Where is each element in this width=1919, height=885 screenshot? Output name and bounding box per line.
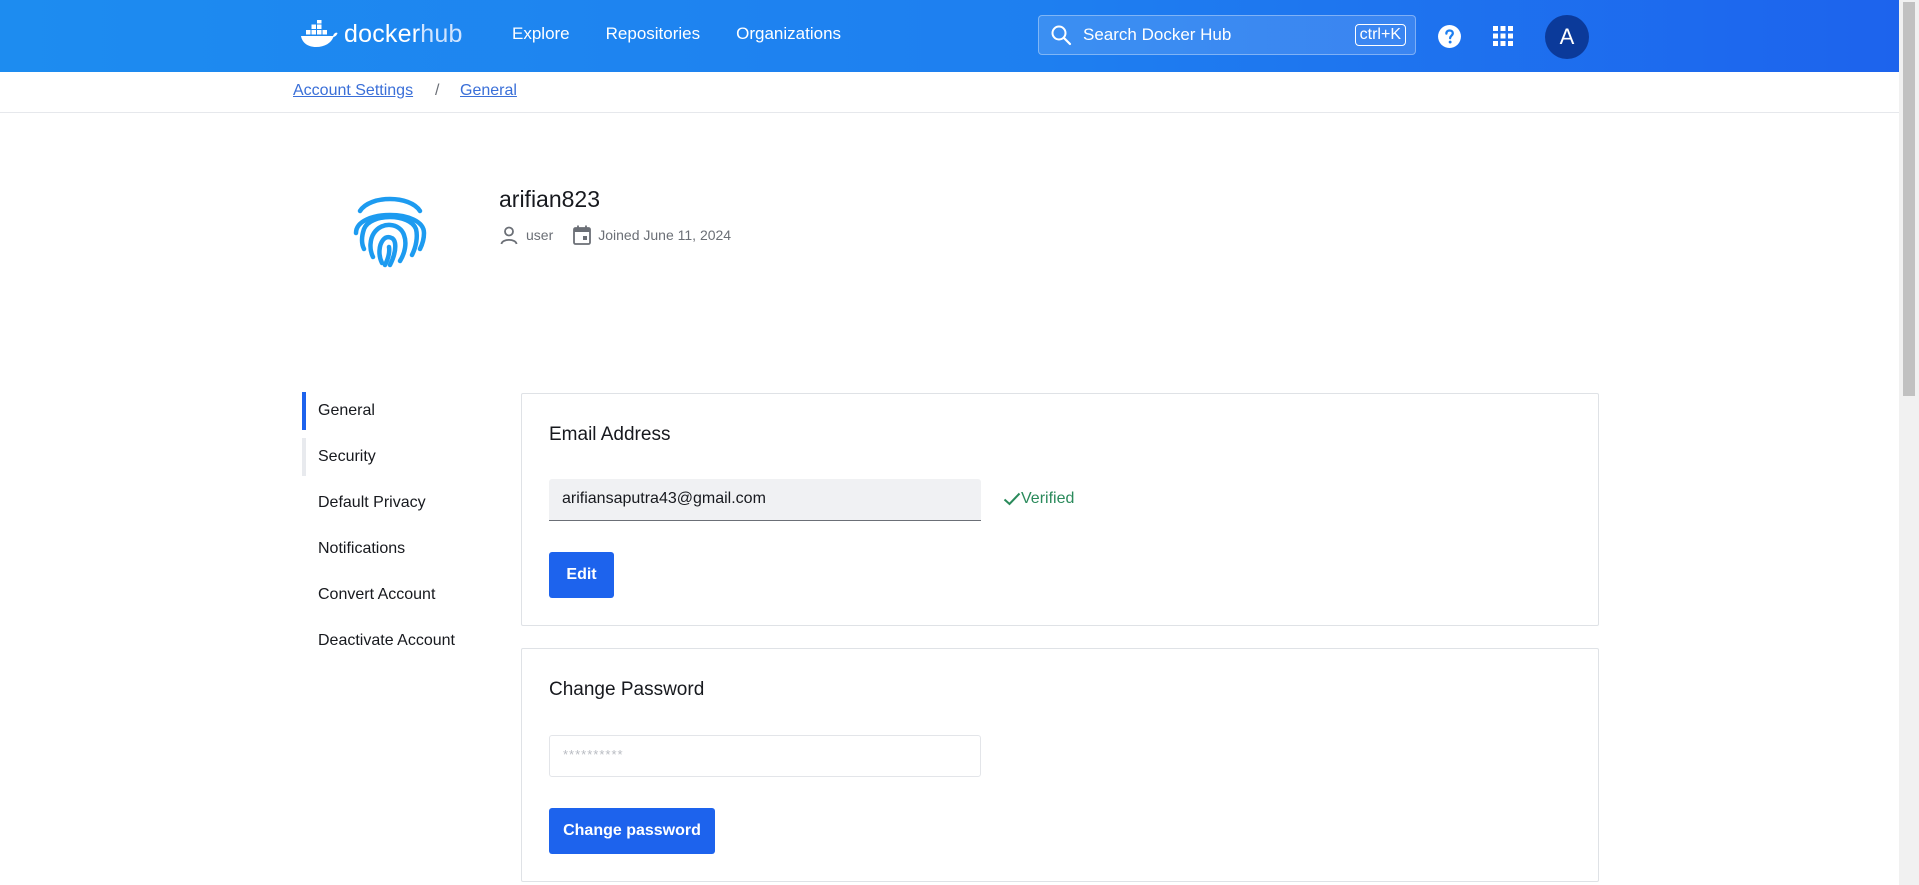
search-shortcut-badge: ctrl+K [1354, 24, 1406, 46]
top-navigation-bar: dockerhub Explore Repositories Organizat… [0, 0, 1899, 72]
email-card-title: Email Address [549, 424, 671, 445]
nav-organizations[interactable]: Organizations [736, 24, 841, 44]
breadcrumb-account-settings[interactable]: Account Settings [293, 82, 413, 100]
main-nav: Explore Repositories Organizations [512, 0, 877, 68]
sidebar-item-notifications[interactable]: Notifications [302, 530, 482, 568]
search-icon [1051, 25, 1072, 46]
search-placeholder: Search Docker Hub [1083, 25, 1232, 44]
sidebar-item-security[interactable]: Security [302, 438, 482, 476]
logo-wordmark: dockerhub [344, 19, 463, 48]
email-field[interactable]: arifiansaputra43@gmail.com [549, 479, 981, 521]
change-password-card: Change Password ********** Change passwo… [521, 648, 1599, 882]
profile-username: arifian823 [499, 186, 601, 212]
checkmark-icon [1003, 492, 1021, 506]
nav-repositories[interactable]: Repositories [606, 24, 701, 44]
breadcrumb-general[interactable]: General [460, 82, 517, 100]
calendar-icon [573, 225, 592, 245]
profile-joined-label: Joined June 11, 2024 [598, 227, 732, 243]
sidebar-item-convert-account[interactable]: Convert Account [302, 576, 482, 614]
sidebar-item-deactivate-account[interactable]: Deactivate Account [302, 622, 482, 660]
docker-hub-logo[interactable]: dockerhub [300, 16, 463, 52]
help-icon[interactable] [1437, 24, 1462, 49]
change-password-button[interactable]: Change password [549, 808, 715, 854]
page-scrollbar[interactable] [1899, 0, 1919, 885]
profile-joined: Joined June 11, 2024 [573, 225, 731, 245]
search-input[interactable]: Search Docker Hub ctrl+K [1038, 15, 1416, 55]
fingerprint-icon [353, 196, 427, 268]
apps-grid-icon[interactable] [1493, 26, 1513, 46]
email-address-card: Email Address arifiansaputra43@gmail.com… [521, 393, 1599, 626]
breadcrumb: Account Settings / General [0, 72, 1899, 113]
breadcrumb-separator: / [435, 82, 440, 99]
profile-meta: user Joined June 11, 2024 [499, 225, 751, 245]
settings-sidebar: General Security Default Privacy Notific… [302, 392, 482, 668]
profile-role-label: user [526, 227, 554, 243]
sidebar-item-default-privacy[interactable]: Default Privacy [302, 484, 482, 522]
user-icon [500, 226, 518, 245]
edit-email-button[interactable]: Edit [549, 552, 614, 598]
profile-role: user [499, 225, 553, 245]
verified-status: Verified [1003, 490, 1074, 508]
sidebar-item-general[interactable]: General [302, 392, 482, 430]
password-field[interactable]: ********** [549, 735, 981, 777]
password-card-title: Change Password [549, 679, 705, 700]
user-avatar[interactable]: A [1545, 15, 1589, 59]
docker-whale-icon [301, 20, 338, 47]
scrollbar-thumb[interactable] [1903, 2, 1915, 396]
verified-label: Verified [1021, 490, 1075, 507]
nav-explore[interactable]: Explore [512, 24, 570, 44]
